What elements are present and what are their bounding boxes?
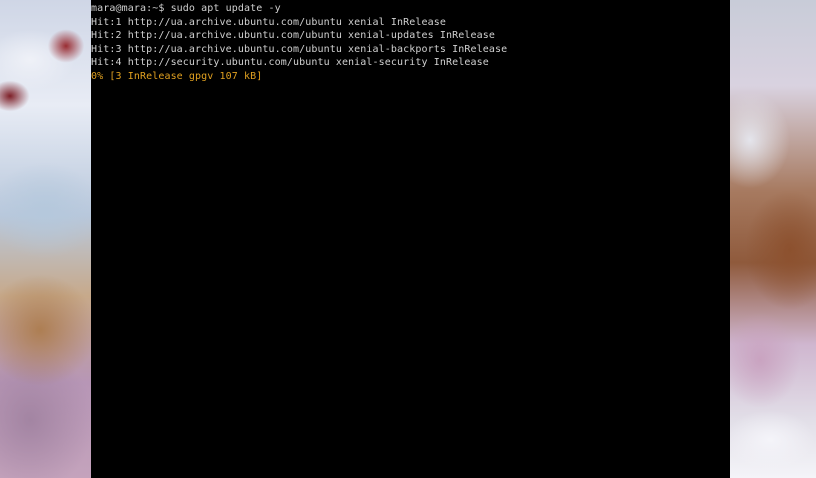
wallpaper-left: [0, 0, 91, 478]
terminal-output-line: Hit:1 http://ua.archive.ubuntu.com/ubunt…: [91, 16, 446, 28]
terminal-output-line: Hit:3 http://ua.archive.ubuntu.com/ubunt…: [91, 43, 508, 55]
terminal-output-line: Hit:4 http://security.ubuntu.com/ubuntu …: [91, 57, 489, 68]
terminal-output-line: Hit:2 http://ua.archive.ubuntu.com/ubunt…: [91, 30, 495, 41]
wallpaper-right: [730, 0, 816, 478]
terminal-prompt-line: mara@mara:~$ sudo apt update -y: [91, 3, 281, 14]
desktop: mara@mara:~$ sudo apt update -y Hit:1 ht…: [0, 0, 816, 478]
terminal-window[interactable]: mara@mara:~$ sudo apt update -y Hit:1 ht…: [91, 0, 730, 478]
terminal-progress-line: 0% [3 InRelease gpgv 107 kB]: [91, 70, 263, 82]
